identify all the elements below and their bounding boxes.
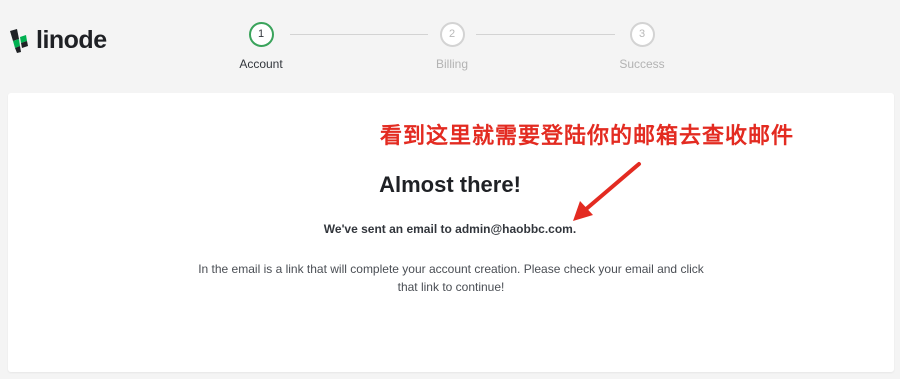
signup-page: linode 1 Account 2 Billing 3 Success 看到这… xyxy=(0,0,900,379)
step-label: Billing xyxy=(435,57,468,71)
step-billing: 2 Billing xyxy=(392,22,512,71)
step-label: Success xyxy=(619,57,665,71)
step-label: Account xyxy=(239,57,283,71)
step-account: 1 Account xyxy=(201,22,321,71)
signup-stepper: 1 Account 2 Billing 3 Success xyxy=(0,0,900,90)
step-number: 1 xyxy=(248,22,274,47)
step-number: 2 xyxy=(439,22,465,47)
step-success: 3 Success xyxy=(582,22,702,71)
email-sent-message: We've sent an email to admin@haobbc.com. xyxy=(323,222,577,236)
step-number: 3 xyxy=(629,22,655,47)
page-title: Almost there! xyxy=(379,172,521,197)
annotation-text: 看到这里就需要登陆你的邮箱去查收邮件 xyxy=(380,123,795,149)
instructions-text: In the email is a link that will complet… xyxy=(198,262,704,294)
